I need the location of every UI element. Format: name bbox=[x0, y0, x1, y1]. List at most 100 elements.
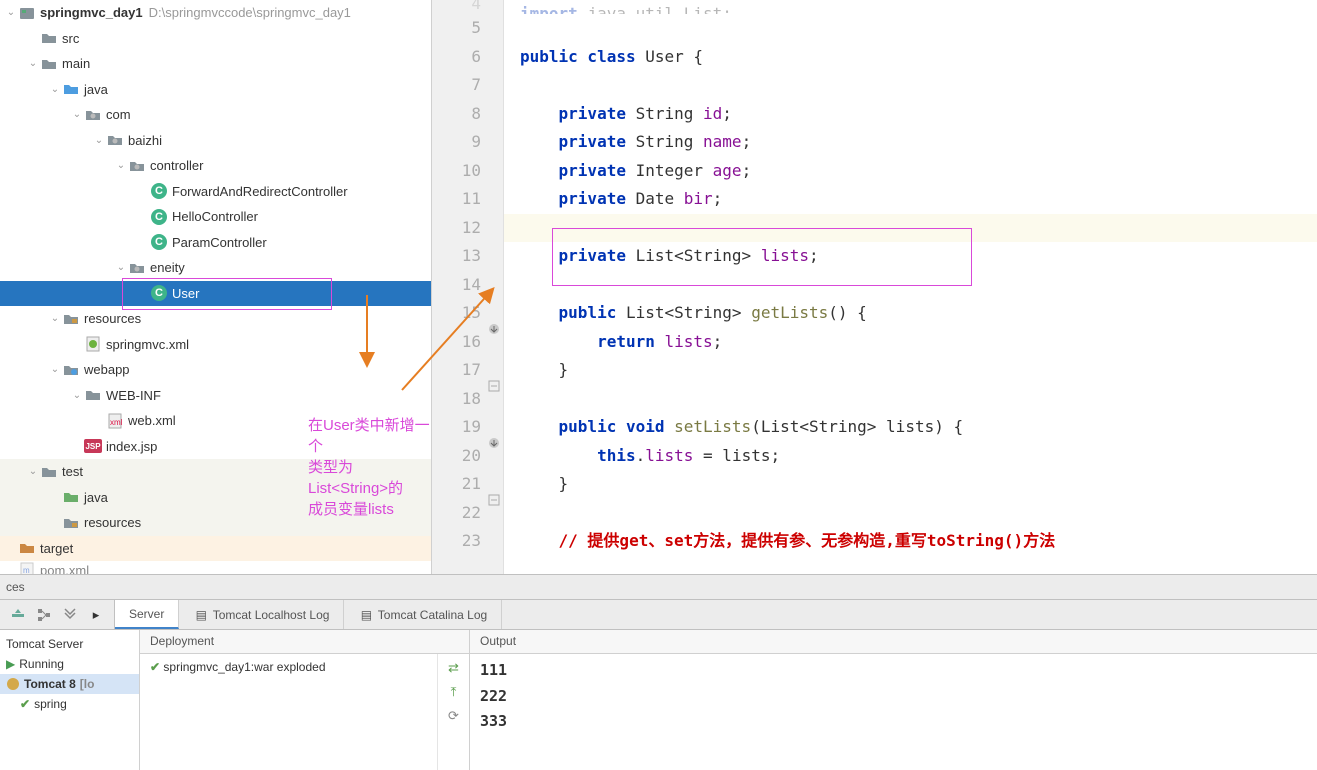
line-number: 8 bbox=[432, 100, 481, 129]
deployment-item[interactable]: ✔ springmvc_day1:war exploded bbox=[150, 660, 427, 674]
line-number: 17 bbox=[432, 356, 481, 385]
code-line[interactable]: private List<String> lists; bbox=[504, 242, 1317, 271]
code-line[interactable]: private String name; bbox=[504, 128, 1317, 157]
code-line[interactable]: } bbox=[504, 356, 1317, 385]
line-number: 6 bbox=[432, 43, 481, 72]
expand-icon[interactable] bbox=[62, 607, 78, 623]
code-line[interactable]: import java.util.List; bbox=[504, 0, 1317, 14]
tab-tomcat-catalina-log[interactable]: ▤ Tomcat Catalina Log bbox=[344, 600, 502, 629]
tree-item-label: target bbox=[40, 541, 73, 556]
code-line[interactable] bbox=[504, 385, 1317, 414]
chevron-icon[interactable]: ⌄ bbox=[48, 364, 62, 375]
tree-item-resources[interactable]: resources bbox=[0, 510, 431, 536]
deploy-icon[interactable] bbox=[10, 607, 26, 623]
tree-item-web-inf[interactable]: ⌄ WEB-INF bbox=[0, 383, 431, 409]
tree-item-user[interactable]: C User bbox=[0, 281, 431, 307]
run-toolbar: ▸ Server ▤ Tomcat Localhost Log ▤ Tomcat… bbox=[0, 600, 1317, 630]
code-line[interactable] bbox=[504, 499, 1317, 528]
tree-item-label: WEB-INF bbox=[106, 388, 161, 403]
line-number: 5 bbox=[432, 14, 481, 43]
line-number: 21 bbox=[432, 470, 481, 499]
maven-icon: m bbox=[18, 561, 36, 574]
folder-gray-icon bbox=[84, 386, 102, 404]
server-tomcat-node[interactable]: Tomcat 8[lo bbox=[0, 674, 139, 694]
output-console[interactable]: 111222333 bbox=[470, 654, 1317, 770]
chevron-icon[interactable]: ⌄ bbox=[4, 7, 18, 18]
chevron-icon[interactable]: ⌄ bbox=[114, 262, 128, 273]
chevron-icon[interactable]: ⌄ bbox=[114, 160, 128, 171]
tree-item-baizhi[interactable]: ⌄baizhi bbox=[0, 128, 431, 154]
tree-item-label: User bbox=[172, 286, 199, 301]
chevron-icon[interactable]: ⌄ bbox=[70, 109, 84, 120]
tree-item-label: webapp bbox=[84, 362, 130, 377]
tree-item-web-xml[interactable]: xmlweb.xml bbox=[0, 408, 431, 434]
override-gutter-icon[interactable] bbox=[487, 322, 501, 336]
code-line[interactable] bbox=[504, 271, 1317, 300]
tree-item-eneity[interactable]: ⌄ eneity bbox=[0, 255, 431, 281]
tree-item-pom-xml[interactable]: mpom.xml bbox=[0, 561, 431, 574]
tree-item-main[interactable]: ⌄main bbox=[0, 51, 431, 77]
line-number: 14 bbox=[432, 271, 481, 300]
tree-item-test[interactable]: ⌄test bbox=[0, 459, 431, 485]
override-gutter-icon[interactable] bbox=[487, 436, 501, 450]
tree-item-label: eneity bbox=[150, 260, 185, 275]
tree-item-paramcontroller[interactable]: CParamController bbox=[0, 230, 431, 256]
server-artifact-node[interactable]: ✔ spring bbox=[0, 694, 139, 714]
code-line[interactable]: // 提供get、set方法，提供有参、无参构造,重写toString()方法 bbox=[504, 527, 1317, 556]
line-number: 9 bbox=[432, 128, 481, 157]
tree-item-com[interactable]: ⌄com bbox=[0, 102, 431, 128]
tab-server[interactable]: Server bbox=[115, 600, 179, 629]
chevron-icon[interactable]: ⌄ bbox=[26, 58, 40, 69]
deploy-upload-icon[interactable]: ⤒ bbox=[446, 684, 462, 700]
class-icon: C bbox=[150, 284, 168, 302]
code-line[interactable]: this.lists = lists; bbox=[504, 442, 1317, 471]
line-number: 15 bbox=[432, 299, 481, 328]
tree-item-controller[interactable]: ⌄controller bbox=[0, 153, 431, 179]
tree-item-hellocontroller[interactable]: CHelloController bbox=[0, 204, 431, 230]
code-line[interactable]: public void setLists(List<String> lists)… bbox=[504, 413, 1317, 442]
deploy-arrow-icon[interactable]: ⇄ bbox=[446, 660, 462, 676]
output-line: 111 bbox=[480, 658, 1307, 684]
chevron-icon[interactable]: ⌄ bbox=[70, 390, 84, 401]
tab-tomcat-localhost-log[interactable]: ▤ Tomcat Localhost Log bbox=[179, 600, 344, 629]
code-line[interactable]: } bbox=[504, 470, 1317, 499]
code-line[interactable] bbox=[504, 214, 1317, 243]
fold-gutter-icon[interactable] bbox=[487, 379, 501, 393]
collapse-icon[interactable]: ▸ bbox=[88, 607, 104, 623]
code-line[interactable] bbox=[504, 14, 1317, 43]
tree-item-index-jsp[interactable]: JSPindex.jsp bbox=[0, 434, 431, 460]
chevron-icon[interactable]: ⌄ bbox=[48, 313, 62, 324]
code-line[interactable]: public class User { bbox=[504, 43, 1317, 72]
folder-orange-icon bbox=[18, 539, 36, 557]
code-line[interactable]: public List<String> getLists() { bbox=[504, 299, 1317, 328]
fold-gutter-icon[interactable] bbox=[487, 493, 501, 507]
xml-icon: xml bbox=[106, 412, 124, 430]
code-line[interactable]: private String id; bbox=[504, 100, 1317, 129]
tree-view-icon[interactable] bbox=[36, 607, 52, 623]
tree-item-java[interactable]: ⌄java bbox=[0, 77, 431, 103]
editor-code-area[interactable]: import java.util.List; public class User … bbox=[504, 0, 1317, 574]
chevron-icon[interactable]: ⌄ bbox=[92, 135, 106, 146]
server-running-node[interactable]: ▶ Running bbox=[0, 654, 139, 674]
tree-item-forwardandredirectcontroller[interactable]: CForwardAndRedirectController bbox=[0, 179, 431, 205]
folder-res-icon bbox=[62, 310, 80, 328]
tree-item-label: java bbox=[84, 490, 108, 505]
tree-item-springmvc-day1[interactable]: ⌄springmvc_day1D:\springmvccode\springmv… bbox=[0, 0, 431, 26]
tree-item-webapp[interactable]: ⌄ webapp bbox=[0, 357, 431, 383]
code-line[interactable] bbox=[504, 71, 1317, 100]
code-line[interactable]: return lists; bbox=[504, 328, 1317, 357]
tree-item-java[interactable]: java bbox=[0, 485, 431, 511]
code-line[interactable]: private Integer age; bbox=[504, 157, 1317, 186]
server-tree-root[interactable]: Tomcat Server bbox=[0, 634, 139, 654]
tree-item-resources[interactable]: ⌄resources bbox=[0, 306, 431, 332]
refresh-icon[interactable]: ⟳ bbox=[446, 708, 462, 724]
chevron-icon[interactable]: ⌄ bbox=[48, 84, 62, 95]
tree-item-src[interactable]: src bbox=[0, 26, 431, 52]
chevron-icon[interactable]: ⌄ bbox=[26, 466, 40, 477]
tree-item-label: springmvc_day1 bbox=[40, 5, 143, 20]
project-tree-panel: ⌄springmvc_day1D:\springmvccode\springmv… bbox=[0, 0, 432, 574]
tree-item-target[interactable]: target bbox=[0, 536, 431, 562]
tree-item-springmvc-xml[interactable]: springmvc.xml bbox=[0, 332, 431, 358]
code-editor[interactable]: 4567891011121314151617181920212223 impor… bbox=[432, 0, 1317, 574]
code-line[interactable]: private Date bir; bbox=[504, 185, 1317, 214]
